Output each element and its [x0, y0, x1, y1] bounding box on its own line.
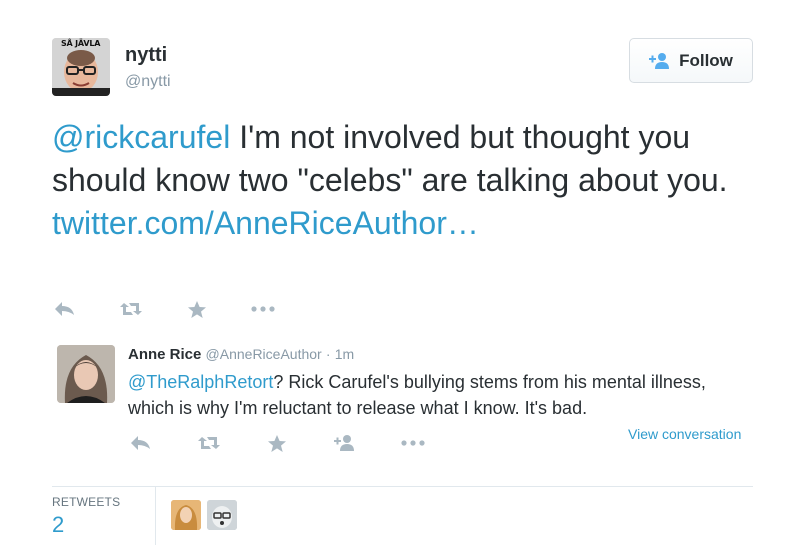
- tweet-mention[interactable]: @rickcarufel: [52, 119, 230, 155]
- quoted-author-handle[interactable]: @AnneRiceAuthor: [206, 346, 322, 362]
- quoted-text: @TheRalphRetort? Rick Carufel's bullying…: [128, 369, 728, 421]
- quoted-avatar-image: [57, 345, 115, 403]
- quoted-mention[interactable]: @TheRalphRetort: [128, 372, 273, 392]
- follow-label: Follow: [679, 50, 733, 70]
- stats-vertical-divider: [155, 487, 156, 545]
- author-name[interactable]: nytti: [125, 44, 167, 67]
- view-conversation-link[interactable]: View conversation: [628, 426, 741, 442]
- avatar-badge-text: SÅ JÄVLA: [61, 39, 101, 48]
- favorite-icon[interactable]: [264, 432, 290, 454]
- reply-icon[interactable]: [128, 432, 154, 454]
- quoted-timestamp[interactable]: 1m: [335, 346, 354, 362]
- quoted-separator: ·: [325, 346, 331, 362]
- tweet-actions: [52, 298, 316, 320]
- quoted-header: Anne Rice @AnneRiceAuthor · 1m: [128, 346, 354, 363]
- tweet-page: SÅ JÄVLA nytti @nytti Follow @rickcarufe…: [0, 0, 803, 545]
- favorite-icon[interactable]: [184, 298, 210, 320]
- retweeter-avatar[interactable]: [207, 500, 237, 530]
- more-icon[interactable]: [400, 432, 426, 454]
- quoted-author-avatar[interactable]: [57, 345, 115, 403]
- retweets-count[interactable]: 2: [52, 512, 64, 538]
- quoted-author-name[interactable]: Anne Rice: [128, 346, 201, 363]
- tweet-text: @rickcarufel I'm not involved but though…: [52, 116, 772, 245]
- follow-button[interactable]: Follow: [629, 38, 753, 83]
- retweet-icon[interactable]: [118, 298, 144, 320]
- stats-divider: [52, 486, 753, 487]
- retweets-label: RETWEETS: [52, 495, 121, 509]
- more-icon[interactable]: [250, 298, 276, 320]
- add-user-icon: [649, 52, 671, 70]
- reply-icon[interactable]: [52, 298, 78, 320]
- quoted-actions: [128, 432, 468, 454]
- author-handle[interactable]: @nytti: [125, 73, 171, 91]
- retweet-icon[interactable]: [196, 432, 222, 454]
- author-avatar[interactable]: SÅ JÄVLA: [52, 38, 110, 96]
- retweeter-avatar[interactable]: [171, 500, 201, 530]
- follow-user-icon[interactable]: [332, 432, 358, 454]
- tweet-link[interactable]: twitter.com/AnneRiceAuthor…: [52, 205, 479, 241]
